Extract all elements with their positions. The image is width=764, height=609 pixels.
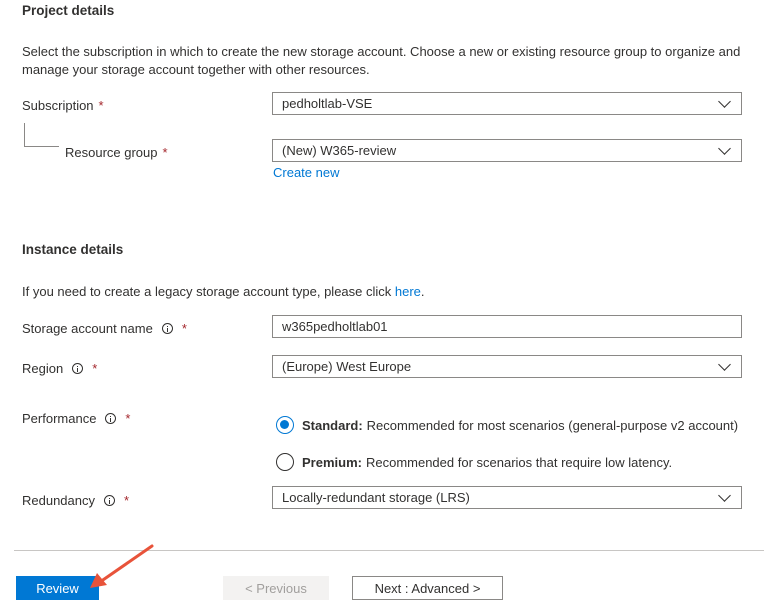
create-new-link[interactable]: Create new: [273, 165, 339, 180]
storage-account-name-value: w365pedholtlab01: [282, 319, 388, 334]
subscription-label: Subscription *: [22, 98, 104, 113]
required-marker: *: [181, 321, 187, 336]
performance-standard-option[interactable]: Standard: Recommended for most scenarios…: [276, 416, 738, 434]
info-icon[interactable]: [161, 323, 173, 334]
chevron-down-icon: [718, 488, 731, 502]
redundancy-label-text: Redundancy: [22, 493, 95, 508]
instance-details-title: Instance details: [22, 242, 124, 257]
legacy-account-text-end: .: [420, 284, 425, 299]
required-marker: *: [162, 145, 168, 160]
storage-account-name-input[interactable]: w365pedholtlab01: [272, 315, 742, 338]
storage-account-name-label-text: Storage account name: [22, 321, 153, 336]
resource-group-label: Resource group *: [65, 145, 168, 160]
required-marker: *: [125, 411, 131, 426]
project-details-description: Select the subscription in which to crea…: [22, 44, 741, 77]
radio-checked-icon[interactable]: [276, 416, 294, 434]
tree-connector-horizontal: [24, 146, 59, 147]
standard-option-description: Recommended for most scenarios (general-…: [366, 417, 739, 433]
resource-group-value: (New) W365-review: [282, 143, 397, 158]
radio-unchecked-icon[interactable]: [276, 453, 294, 471]
region-label-text: Region: [22, 361, 64, 376]
project-details-title: Project details: [22, 3, 115, 18]
region-value: (Europe) West Europe: [282, 359, 412, 374]
annotation-arrow-icon: [90, 544, 154, 588]
standard-option-label: Standard:: [302, 417, 363, 433]
chevron-down-icon: [718, 94, 731, 108]
chevron-down-icon: [718, 141, 731, 155]
legacy-account-text-body: If you need to create a legacy storage a…: [22, 284, 395, 299]
legacy-account-link[interactable]: here: [395, 284, 421, 299]
subscription-dropdown[interactable]: pedholtlab-VSE: [272, 92, 742, 115]
required-marker: *: [98, 98, 104, 113]
required-marker: *: [124, 493, 130, 508]
region-dropdown[interactable]: (Europe) West Europe: [272, 355, 742, 378]
required-marker: *: [92, 361, 98, 376]
tree-connector-vertical: [24, 123, 25, 146]
performance-premium-option[interactable]: Premium: Recommended for scenarios that …: [276, 453, 672, 471]
resource-group-dropdown[interactable]: (New) W365-review: [272, 139, 742, 162]
chevron-down-icon: [718, 357, 731, 371]
info-icon[interactable]: [72, 363, 84, 374]
legacy-account-text: If you need to create a legacy storage a…: [22, 283, 425, 301]
resource-group-label-text: Resource group: [65, 145, 158, 160]
redundancy-dropdown[interactable]: Locally-redundant storage (LRS): [272, 486, 742, 509]
previous-button[interactable]: < Previous: [223, 576, 329, 600]
redundancy-label: Redundancy *: [22, 493, 129, 508]
redundancy-value: Locally-redundant storage (LRS): [282, 490, 470, 505]
region-label: Region *: [22, 361, 97, 376]
next-advanced-button[interactable]: Next : Advanced >: [352, 576, 503, 600]
subscription-value: pedholtlab-VSE: [282, 96, 373, 111]
premium-option-description: Recommended for scenarios that require l…: [365, 454, 673, 470]
info-icon[interactable]: [105, 413, 117, 424]
performance-label: Performance *: [22, 411, 130, 426]
subscription-label-text: Subscription: [22, 98, 94, 113]
performance-label-text: Performance: [22, 411, 97, 426]
info-icon[interactable]: [104, 495, 115, 506]
premium-option-label: Premium:: [302, 454, 362, 470]
storage-account-name-label: Storage account name *: [22, 321, 187, 336]
